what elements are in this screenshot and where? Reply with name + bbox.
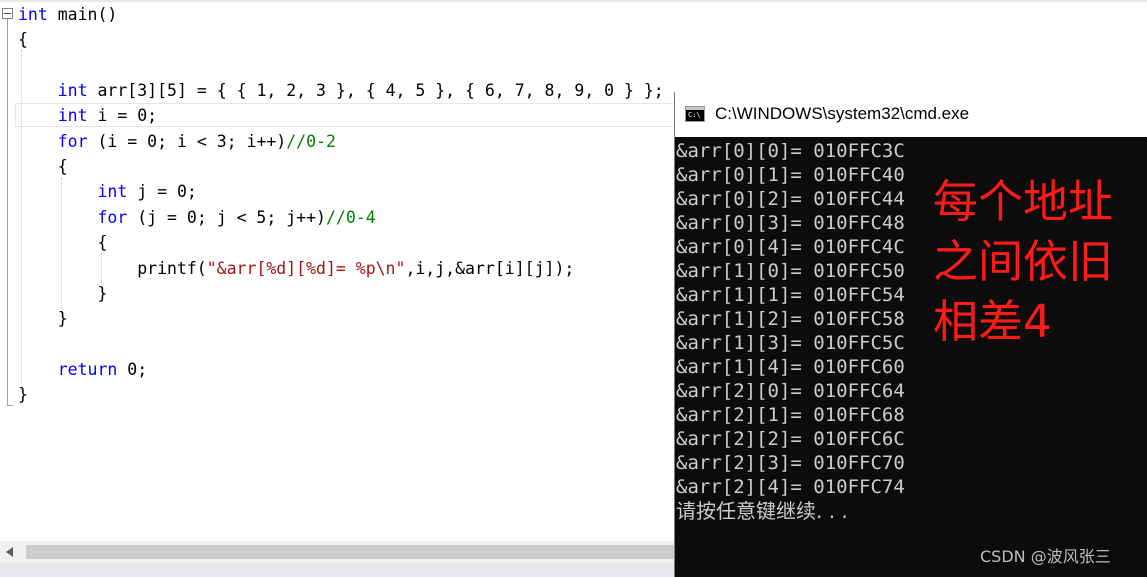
code-token: i = 0; — [87, 106, 158, 126]
code-token: (j = 0; j < 5; j++) — [127, 207, 326, 227]
code-line[interactable]: { — [18, 154, 68, 179]
cmd-icon-label: C:\ — [688, 111, 701, 119]
console-output-line: &arr[0][4]= 010FFC4C — [676, 236, 905, 258]
console-output-line: &arr[1][2]= 010FFC58 — [676, 308, 905, 330]
code-line[interactable]: for (i = 0; i < 3; i++)//0-2 — [18, 129, 336, 154]
cmd-icon: C:\ — [685, 106, 705, 122]
console-output-line: &arr[0][1]= 010FFC40 — [676, 164, 905, 186]
keyword-token: for — [97, 207, 128, 227]
console-output-line: &arr[2][4]= 010FFC74 — [676, 476, 905, 498]
code-line[interactable]: { — [18, 230, 107, 255]
console-output-line: &arr[0][2]= 010FFC44 — [676, 188, 905, 210]
code-token: { — [18, 157, 68, 177]
code-token: } — [18, 309, 68, 329]
console-output-line: &arr[2][1]= 010FFC68 — [676, 404, 905, 426]
code-line[interactable]: } — [18, 281, 107, 306]
horizontal-scrollbar[interactable] — [0, 541, 680, 563]
code-line[interactable]: return 0; — [18, 357, 147, 382]
console-title: C:\WINDOWS\system32\cmd.exe — [715, 104, 970, 123]
editor-status-strip — [0, 563, 680, 577]
scroll-left-arrow-icon[interactable] — [6, 547, 13, 557]
console-prompt: 请按任意键继续. . . — [676, 499, 848, 523]
code-token: (i = 0; i < 3; i++) — [87, 131, 287, 151]
code-line[interactable]: printf("&arr[%d][%d]= %p\n",i,j,&arr[i][… — [18, 256, 574, 281]
editor-top-border — [0, 0, 1147, 2]
console-output-line: &arr[1][4]= 010FFC60 — [676, 356, 905, 378]
code-token: } — [18, 385, 28, 405]
annotation-line: 每个地址 — [933, 175, 1114, 228]
collapse-toggle-icon[interactable] — [2, 8, 13, 19]
keyword-token: int — [57, 81, 88, 101]
fold-guide-line — [7, 19, 8, 406]
keyword-token: return — [57, 359, 118, 379]
code-token: } — [18, 283, 108, 303]
keyword-token: int — [97, 182, 128, 202]
code-token: ,i,j,&arr[i][j]); — [405, 258, 575, 278]
code-token: printf( — [18, 258, 207, 278]
keyword-token: int — [57, 106, 88, 126]
code-token: arr[3][5] = { { 1, 2, 3 }, { 4, 5 }, { 6… — [87, 81, 664, 101]
keyword-token: for — [57, 131, 88, 151]
code-line[interactable]: int arr[3][5] = { { 1, 2, 3 }, { 4, 5 },… — [18, 78, 664, 103]
code-token: main() — [47, 5, 118, 24]
code-token: { — [18, 233, 108, 253]
annotation-line: 相差4 — [933, 295, 1052, 348]
code-line[interactable]: int i = 0; — [18, 103, 157, 128]
code-line[interactable]: } — [18, 306, 68, 331]
console-output-line: &arr[0][3]= 010FFC48 — [676, 212, 905, 234]
scrollbar-thumb[interactable] — [26, 545, 680, 559]
keyword-token: int — [18, 5, 48, 24]
comment-token: //0-2 — [286, 131, 336, 151]
watermark: CSDN @波风张三 — [980, 547, 1111, 566]
console-window[interactable]: C:\ C:\WINDOWS\system32\cmd.exe &arr[0][… — [674, 92, 1147, 577]
code-token: j = 0; — [127, 182, 197, 202]
annotation-line: 之间依旧 — [933, 235, 1114, 288]
code-token: 0; — [117, 359, 148, 379]
fold-guide-end — [7, 405, 13, 406]
console-output-line: &arr[1][3]= 010FFC5C — [676, 332, 905, 354]
console-output-line: &arr[0][0]= 010FFC3C — [676, 140, 905, 162]
console-output-line: &arr[2][0]= 010FFC64 — [676, 380, 905, 402]
code-line[interactable]: { — [18, 27, 28, 52]
code-line[interactable]: for (j = 0; j < 5; j++)//0-4 — [18, 205, 376, 230]
code-line[interactable]: int j = 0; — [18, 179, 197, 204]
console-titlebar[interactable]: C:\ C:\WINDOWS\system32\cmd.exe — [675, 92, 1147, 137]
code-line[interactable]: int main() — [18, 2, 117, 27]
console-output-line: &arr[2][2]= 010FFC6C — [676, 428, 905, 450]
console-output-line: &arr[1][0]= 010FFC50 — [676, 260, 905, 282]
console-output-line: &arr[1][1]= 010FFC54 — [676, 284, 905, 306]
comment-token: //0-4 — [325, 207, 376, 227]
code-line[interactable]: } — [18, 382, 28, 407]
string-token: "&arr[%d][%d]= %p\n" — [206, 258, 406, 278]
annotation-text: 每个地址 之间依旧 相差4 — [933, 172, 1143, 352]
console-output-line: &arr[2][3]= 010FFC70 — [676, 452, 905, 474]
code-token: { — [18, 30, 28, 50]
